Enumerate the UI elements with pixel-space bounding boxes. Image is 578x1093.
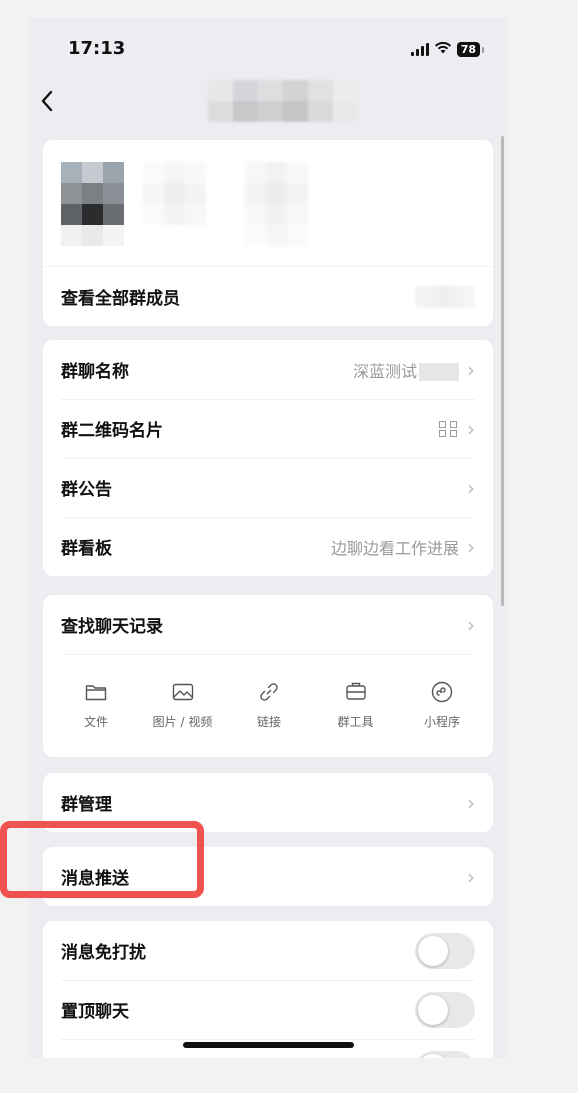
- group-board-row[interactable]: 群看板 边聊边看工作进展 ›: [43, 517, 493, 576]
- member-avatar[interactable]: [143, 162, 206, 246]
- group-name-label: 群聊名称: [61, 362, 129, 382]
- group-name-row[interactable]: 群聊名称 深蓝测试 ›: [43, 340, 493, 399]
- signal-icon: [410, 42, 429, 56]
- group-manage-label: 群管理: [61, 795, 112, 815]
- media-tool-label: 图片 / 视频: [152, 715, 213, 729]
- pin-chat-label: 置顶聊天: [61, 1002, 129, 1022]
- view-all-members-row[interactable]: 查看全部群成员: [43, 266, 493, 326]
- members-card: 查看全部群成员: [43, 140, 493, 326]
- group-qr-row[interactable]: 群二维码名片 ›: [43, 399, 493, 458]
- search-chat-history-row[interactable]: 查找聊天记录 ›: [43, 595, 493, 654]
- links-tool[interactable]: 链接: [226, 681, 312, 730]
- mini-program-icon: [399, 681, 485, 707]
- view-all-members-label: 查看全部群成员: [61, 289, 180, 309]
- chevron-right-icon: ›: [467, 534, 475, 559]
- partial-toggle[interactable]: [415, 1050, 475, 1058]
- chevron-right-icon: ›: [467, 612, 475, 637]
- group-tools-label: 群工具: [337, 715, 374, 729]
- chevron-right-icon: ›: [467, 475, 475, 500]
- status-icons: 78: [410, 40, 485, 58]
- highlight-box: [0, 821, 204, 898]
- do-not-disturb-toggle[interactable]: [415, 932, 475, 969]
- back-arrow-icon[interactable]: [40, 90, 54, 118]
- status-bar: 17:13 78: [28, 18, 508, 78]
- member-avatar[interactable]: [245, 162, 308, 246]
- chat-history-card: 查找聊天记录 › 文件 图片 / 视频 链接 群工具 小程序: [43, 595, 493, 757]
- toggle-settings-card: 消息免打扰 置顶聊天: [43, 921, 493, 1058]
- history-tools: 文件 图片 / 视频 链接 群工具 小程序: [43, 655, 493, 730]
- group-tools-tool[interactable]: 群工具: [313, 681, 399, 730]
- wifi-icon: [434, 40, 451, 58]
- chevron-right-icon: ›: [467, 864, 475, 889]
- folder-icon: [53, 681, 139, 707]
- toolbox-icon: [313, 681, 399, 707]
- group-announcement-label: 群公告: [61, 480, 112, 500]
- search-chat-history-label: 查找聊天记录: [61, 617, 163, 637]
- group-title-blurred: [208, 80, 358, 122]
- do-not-disturb-row: 消息免打扰: [43, 921, 493, 980]
- group-board-label: 群看板: [61, 539, 112, 559]
- scrollbar[interactable]: [501, 136, 504, 606]
- chevron-right-icon: ›: [467, 416, 475, 441]
- group-announcement-row[interactable]: 群公告 ›: [43, 458, 493, 517]
- group-qr-label: 群二维码名片: [61, 421, 163, 441]
- home-indicator: [183, 1042, 354, 1048]
- pin-chat-row: 置顶聊天: [43, 980, 493, 1039]
- links-tool-label: 链接: [256, 715, 281, 729]
- group-board-value: 边聊边看工作进展: [330, 538, 459, 558]
- link-icon: [226, 681, 312, 707]
- phone-screen: 17:13 78 查看全部群成员 群聊名称 深蓝测试 › 群二维码名片 › 群公…: [28, 18, 508, 1058]
- image-icon: [140, 681, 226, 707]
- files-tool-label: 文件: [83, 715, 108, 729]
- chevron-right-icon: ›: [467, 790, 475, 815]
- pin-chat-toggle[interactable]: [415, 991, 475, 1028]
- member-count-blurred: [415, 285, 475, 308]
- mini-program-tool[interactable]: 小程序: [399, 681, 485, 730]
- status-time: 17:13: [68, 38, 126, 59]
- qr-code-icon: [439, 420, 459, 437]
- chevron-right-icon: ›: [467, 357, 475, 382]
- mini-program-label: 小程序: [423, 715, 460, 729]
- battery-icon: 78: [456, 41, 485, 57]
- group-name-value: 深蓝测试: [353, 358, 459, 382]
- files-tool[interactable]: 文件: [53, 681, 139, 730]
- media-tool[interactable]: 图片 / 视频: [140, 681, 226, 730]
- group-settings-card: 群聊名称 深蓝测试 › 群二维码名片 › 群公告 › 群看板 边聊边看工作进展 …: [43, 340, 493, 576]
- member-avatar[interactable]: [61, 162, 124, 246]
- do-not-disturb-label: 消息免打扰: [61, 943, 146, 963]
